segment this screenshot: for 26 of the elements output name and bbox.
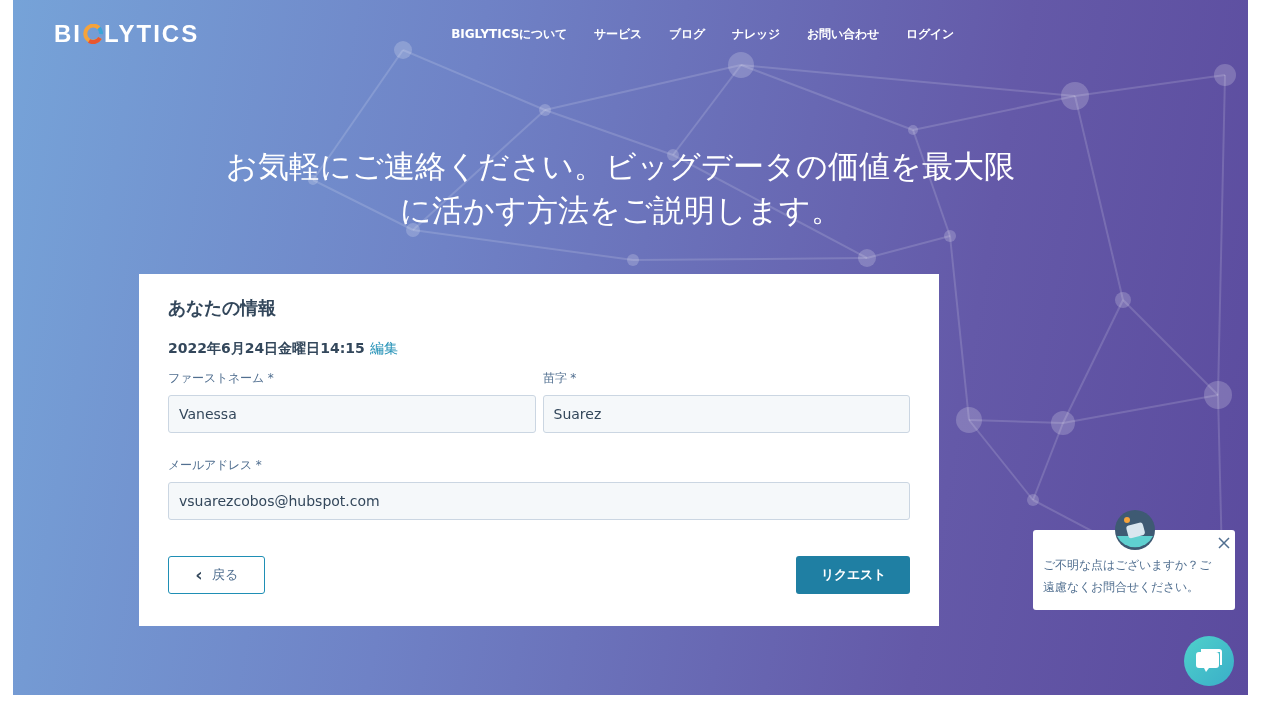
close-icon[interactable]: [1218, 537, 1230, 549]
field-label: メールアドレス *: [168, 457, 263, 474]
date-time-text: 2022年6月24日金曜日14:15 編集: [168, 340, 399, 358]
chat-button[interactable]: [1184, 636, 1234, 686]
nav-link[interactable]: お問い合わせ: [807, 25, 880, 43]
robot-avatar-icon: [1115, 510, 1155, 550]
headline: お気軽にご連絡ください。ビッグデータの価値を最大限に活かす方法をご説明します。: [225, 147, 1016, 230]
edit-link[interactable]: 編集: [369, 340, 398, 356]
input-field[interactable]: Vanessa: [168, 395, 536, 433]
logo-text: BI: [54, 20, 82, 48]
nav-link[interactable]: サービス: [594, 25, 643, 43]
nav-link[interactable]: ブログ: [669, 25, 706, 43]
input-field[interactable]: vsuarezcobos@hubspot.com: [168, 482, 910, 520]
input-field[interactable]: Suarez: [542, 395, 910, 433]
nav-link[interactable]: ナレッジ: [732, 25, 781, 43]
chat-bubble-icon: [1196, 649, 1222, 673]
logo-ring-icon: [83, 24, 103, 44]
nav-link[interactable]: BIGLYTICSについて: [451, 25, 568, 43]
logo-text: LYTICS: [104, 20, 200, 48]
nav-link[interactable]: ログイン: [906, 25, 955, 43]
chat-message: ご不明な点はございますか？ご遠慮なくお問合せください。: [1043, 557, 1212, 596]
field-label: 苗字 *: [542, 370, 578, 387]
form-title: あなたの情報: [168, 296, 277, 320]
request-button[interactable]: リクエスト: [796, 556, 910, 594]
field-label: ファーストネーム *: [168, 370, 275, 387]
back-button[interactable]: ‹ 戻る: [168, 556, 265, 594]
